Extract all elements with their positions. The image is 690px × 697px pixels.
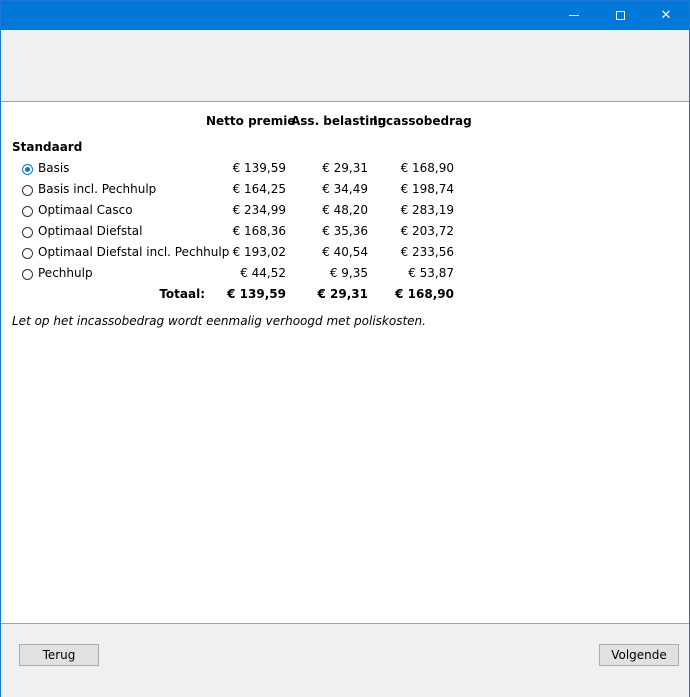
option-label[interactable]: Basis [38,161,69,175]
total-ass-belasting: € 29,31 [317,287,368,301]
maximize-button[interactable] [597,1,643,30]
table-row[interactable]: Pechhulp € 44,52 € 9,35 € 53,87 [1,266,689,286]
option-label[interactable]: Optimaal Diefstal [38,224,142,238]
ass-belasting-value: € 29,31 [322,161,368,175]
option-label[interactable]: Basis incl. Pechhulp [38,182,156,196]
minimize-icon [569,15,579,16]
netto-premie-value: € 234,99 [232,203,286,217]
policy-cost-note: Let op het incassobedrag wordt eenmalig … [12,314,426,328]
maximize-icon [615,11,625,20]
netto-premie-value: € 139,59 [232,161,286,175]
title-bar[interactable]: ✕ [1,1,689,30]
radio-optimaal-diefstal[interactable] [22,227,33,238]
total-netto-premie: € 139,59 [227,287,286,301]
table-row[interactable]: Basis € 139,59 € 29,31 € 168,90 [1,161,689,181]
table-row[interactable]: Optimaal Diefstal incl. Pechhulp € 193,0… [1,245,689,265]
footer-panel: Terug Volgende [1,623,689,697]
minimize-button[interactable] [551,1,597,30]
ass-belasting-value: € 35,36 [322,224,368,238]
ass-belasting-value: € 40,54 [322,245,368,259]
column-header-ass-belasting: Ass. belasting [291,114,387,128]
table-row[interactable]: Basis incl. Pechhulp € 164,25 € 34,49 € … [1,182,689,202]
radio-basis-incl-pechhulp[interactable] [22,185,33,196]
column-header-incassobedrag: Incassobedrag [373,114,472,128]
ass-belasting-value: € 9,35 [329,266,368,280]
group-title: Standaard [12,140,83,154]
incassobedrag-value: € 53,87 [408,266,454,280]
radio-optimaal-diefstal-incl-pechhulp[interactable] [22,248,33,259]
radio-pechhulp[interactable] [22,269,33,280]
back-button[interactable]: Terug [19,644,99,666]
application-window: ✕ Netto premie Ass. belasting Incassobed… [0,0,690,697]
total-row: Totaal: € 139,59 € 29,31 € 168,90 [1,287,689,307]
table-row[interactable]: Optimaal Casco € 234,99 € 48,20 € 283,19 [1,203,689,223]
close-icon: ✕ [660,8,672,23]
radio-optimaal-casco[interactable] [22,206,33,217]
incassobedrag-value: € 233,56 [400,245,454,259]
header-panel [1,30,689,102]
premium-overview: Netto premie Ass. belasting Incassobedra… [1,102,689,623]
close-button[interactable]: ✕ [643,1,689,30]
netto-premie-value: € 164,25 [232,182,286,196]
incassobedrag-value: € 203,72 [400,224,454,238]
next-button[interactable]: Volgende [599,644,679,666]
netto-premie-value: € 168,36 [232,224,286,238]
total-incassobedrag: € 168,90 [395,287,454,301]
total-label: Totaal: [159,287,205,301]
option-label[interactable]: Optimaal Casco [38,203,133,217]
incassobedrag-value: € 168,90 [400,161,454,175]
incassobedrag-value: € 198,74 [400,182,454,196]
radio-basis[interactable] [22,164,33,175]
option-label[interactable]: Pechhulp [38,266,93,280]
netto-premie-value: € 193,02 [232,245,286,259]
column-header-netto-premie: Netto premie [206,114,296,128]
ass-belasting-value: € 34,49 [322,182,368,196]
netto-premie-value: € 44,52 [240,266,286,280]
ass-belasting-value: € 48,20 [322,203,368,217]
table-row[interactable]: Optimaal Diefstal € 168,36 € 35,36 € 203… [1,224,689,244]
incassobedrag-value: € 283,19 [400,203,454,217]
option-label[interactable]: Optimaal Diefstal incl. Pechhulp [38,245,229,259]
